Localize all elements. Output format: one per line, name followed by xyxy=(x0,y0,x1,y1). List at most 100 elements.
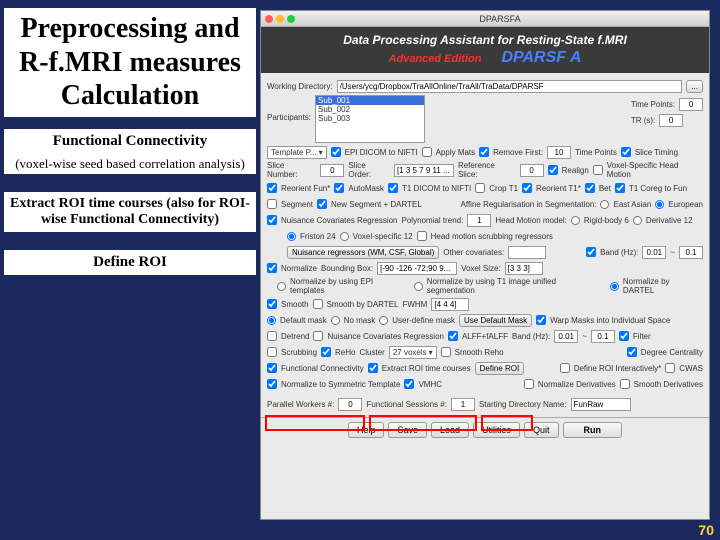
startdir-input[interactable] xyxy=(571,398,631,411)
reorient-fun-cb[interactable] xyxy=(267,183,277,193)
default-mask-radio[interactable] xyxy=(267,316,276,325)
rigid6-radio[interactable] xyxy=(571,216,580,225)
load-button[interactable]: Load xyxy=(431,422,469,438)
norm-epi-radio[interactable] xyxy=(277,282,286,291)
list-item[interactable]: Sub_001 xyxy=(316,96,424,105)
brand-label: DPARSF A xyxy=(501,49,581,67)
norm-sym-cb[interactable] xyxy=(267,379,277,389)
newseg-cb[interactable] xyxy=(317,199,327,209)
defineroi-heading: Define ROI xyxy=(4,250,256,275)
epi-dicom-cb[interactable] xyxy=(331,147,341,157)
norm-t1-radio[interactable] xyxy=(414,282,423,291)
template-dropdown[interactable]: Template P... ▾ xyxy=(267,146,327,159)
wd-label: Working Directory: xyxy=(267,82,333,91)
func-sessions-input[interactable] xyxy=(451,398,475,411)
remove-first-cb[interactable] xyxy=(479,147,489,157)
deriv12-radio[interactable] xyxy=(633,216,642,225)
traffic-lights xyxy=(265,15,295,23)
minimize-icon[interactable] xyxy=(276,15,284,23)
detrend-cb[interactable] xyxy=(267,331,277,341)
alff-lo-input[interactable] xyxy=(554,330,578,343)
band-lo-input[interactable] xyxy=(642,246,666,259)
nuisance2-cb[interactable] xyxy=(313,331,323,341)
run-button[interactable]: Run xyxy=(563,422,623,438)
slice-timing-cb[interactable] xyxy=(621,147,631,157)
slice-number-input[interactable] xyxy=(320,164,344,177)
reho-cb[interactable] xyxy=(321,347,331,357)
east-asian-radio[interactable] xyxy=(600,200,609,209)
norm-deriv-cb[interactable] xyxy=(524,379,534,389)
fc-subtext: (voxel-wise seed based correlation analy… xyxy=(4,154,256,174)
remove-first-input[interactable] xyxy=(547,146,571,159)
alff-hi-input[interactable] xyxy=(591,330,615,343)
user-mask-radio[interactable] xyxy=(379,316,388,325)
utilities-button[interactable]: Utilities xyxy=(473,422,520,438)
apply-mats-cb[interactable] xyxy=(422,147,432,157)
page-number: 70 xyxy=(698,522,714,538)
advanced-edition-label: Advanced Edition xyxy=(389,53,482,65)
tr-input[interactable] xyxy=(659,114,683,127)
t1-dicom-cb[interactable] xyxy=(388,183,398,193)
extract-roi-cb[interactable] xyxy=(368,363,378,373)
parallel-workers-input[interactable] xyxy=(338,398,362,411)
bet-cb[interactable] xyxy=(585,183,595,193)
use-default-mask-button[interactable]: Use Default Mask xyxy=(459,314,532,327)
fc-heading: Functional Connectivity xyxy=(4,129,256,154)
voxel-hm-cb[interactable] xyxy=(593,165,603,175)
help-button[interactable]: Help xyxy=(348,422,385,438)
wd-input[interactable] xyxy=(337,80,683,93)
zoom-icon[interactable] xyxy=(287,15,295,23)
friston24-radio[interactable] xyxy=(287,232,296,241)
filter-cb[interactable] xyxy=(619,331,629,341)
band-hi-input[interactable] xyxy=(679,246,703,259)
degree-centrality-cb[interactable] xyxy=(627,347,637,357)
t1-coreg-cb[interactable] xyxy=(615,183,625,193)
european-radio[interactable] xyxy=(655,200,664,209)
voxsize-input[interactable] xyxy=(505,262,543,275)
close-icon[interactable] xyxy=(265,15,273,23)
realign-cb[interactable] xyxy=(548,165,558,175)
normalize-cb[interactable] xyxy=(267,263,277,273)
alff-cb[interactable] xyxy=(448,331,458,341)
slice-order-input[interactable] xyxy=(394,164,454,177)
fwhm-input[interactable] xyxy=(431,298,469,311)
cluster-dropdown[interactable]: 27 voxels ▾ xyxy=(389,346,437,359)
other-cov-input[interactable] xyxy=(508,246,546,259)
automask-cb[interactable] xyxy=(334,183,344,193)
fc-cb[interactable] xyxy=(267,363,277,373)
bb-input[interactable] xyxy=(377,262,457,275)
scrub-reg-cb[interactable] xyxy=(417,231,427,241)
poly-input[interactable] xyxy=(467,214,491,227)
quit-button[interactable]: Quit xyxy=(524,422,559,438)
save-button[interactable]: Save xyxy=(388,422,427,438)
cwas-cb[interactable] xyxy=(665,363,675,373)
define-roi-interactive-cb[interactable] xyxy=(560,363,570,373)
bottom-bar: Help Save Load Utilities Quit Run xyxy=(261,417,709,442)
participants-listbox[interactable]: Sub_001 Sub_002 Sub_003 xyxy=(315,95,425,143)
smooth-cb[interactable] xyxy=(267,299,277,309)
slide-title: Preprocessing and R-f.MRI measures Calcu… xyxy=(4,8,256,117)
norm-dartel-radio[interactable] xyxy=(610,282,619,291)
nuisance-cb[interactable] xyxy=(267,215,277,225)
smooth-reho-cb[interactable] xyxy=(441,347,451,357)
vmhc-cb[interactable] xyxy=(404,379,414,389)
warp-masks-cb[interactable] xyxy=(536,315,546,325)
voxspec12-radio[interactable] xyxy=(340,232,349,241)
list-item[interactable]: Sub_003 xyxy=(316,114,424,123)
segment-cb[interactable] xyxy=(267,199,277,209)
list-item[interactable]: Sub_002 xyxy=(316,105,424,114)
band-cb[interactable] xyxy=(586,247,596,257)
no-mask-radio[interactable] xyxy=(331,316,340,325)
crop-t1-cb[interactable] xyxy=(475,183,485,193)
smooth-dartel-cb[interactable] xyxy=(313,299,323,309)
ref-slice-input[interactable] xyxy=(520,164,544,177)
define-roi-button[interactable]: Define ROI xyxy=(475,362,525,375)
tp-input[interactable] xyxy=(679,98,703,111)
wd-browse-button[interactable]: ... xyxy=(686,80,703,93)
participants-label: Participants: xyxy=(267,113,311,122)
reorient-t1-cb[interactable] xyxy=(522,183,532,193)
header-title: Data Processing Assistant for Resting-St… xyxy=(267,33,703,47)
nuisance-regressors-button[interactable]: Nuisance regressors (WM, CSF, Global) xyxy=(287,246,439,259)
smooth-deriv-cb[interactable] xyxy=(620,379,630,389)
scrubbing-cb[interactable] xyxy=(267,347,277,357)
